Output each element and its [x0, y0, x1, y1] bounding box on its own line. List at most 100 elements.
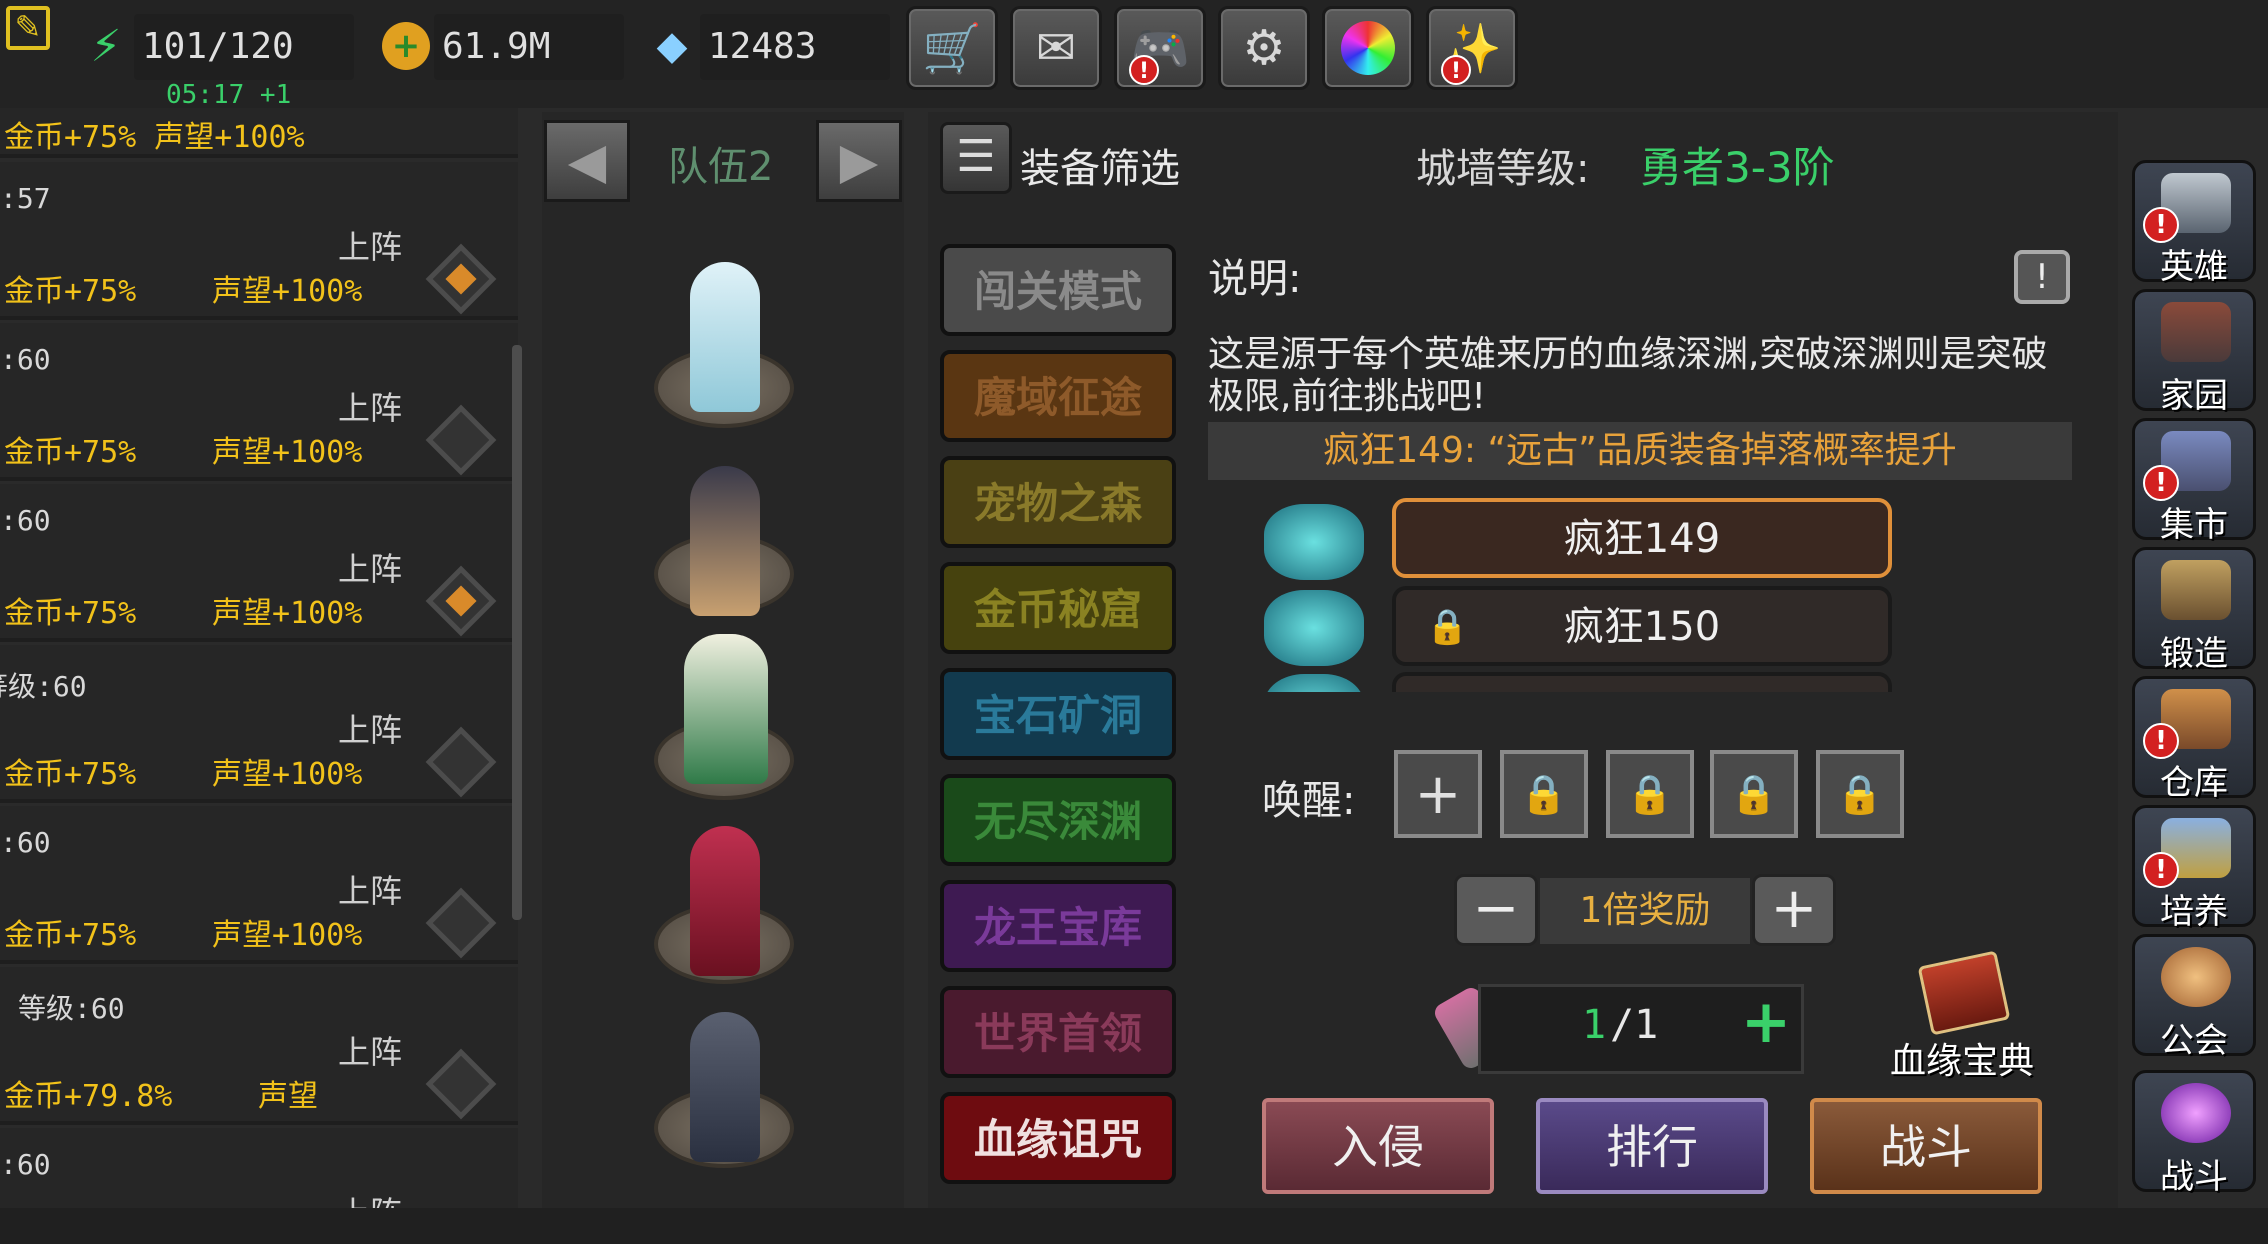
invade-button[interactable]: 入侵	[1262, 1098, 1494, 1194]
sidebar-item-guild[interactable]: 公会	[2132, 934, 2256, 1061]
codex-button[interactable]: 血缘宝典	[1880, 950, 2080, 1082]
hero-sprite[interactable]	[684, 634, 768, 784]
onstage-label: 上阵	[338, 711, 403, 749]
filter-label[interactable]: 装备筛选	[1020, 136, 1180, 194]
awaken-locked-slot[interactable]: 🔒	[1500, 750, 1588, 838]
onstage-toggle[interactable]	[425, 243, 497, 315]
list-item[interactable]: :60 上阵	[0, 1128, 518, 1208]
castle-icon	[2161, 302, 2231, 362]
drop-rate-banner: 疯狂149: “远古”品质装备掉落概率提升	[1208, 422, 2072, 480]
list-item[interactable]: :60 上阵 金币+75% 声望+100%	[0, 484, 518, 642]
game-button[interactable]: 🎮!	[1114, 6, 1206, 90]
list-scrollbar[interactable]	[512, 345, 522, 920]
onstage-label: 上阵	[338, 1188, 402, 1208]
rank-button[interactable]: 排行	[1536, 1098, 1768, 1194]
level-button[interactable]: 疯狂149	[1392, 498, 1892, 578]
onstage-toggle[interactable]	[425, 726, 497, 798]
color-wheel-button[interactable]	[1322, 6, 1414, 90]
sidebar-item-label: 家园	[2160, 376, 2228, 416]
sidebar-item-training[interactable]: 培养 !	[2132, 805, 2256, 932]
team-name: 队伍2	[668, 144, 774, 190]
onstage-label: 上阵	[338, 872, 403, 910]
lock-icon: 🔒	[1626, 771, 1674, 816]
level-button[interactable]	[1392, 672, 1892, 692]
mail-button[interactable]: ✉	[1010, 6, 1102, 90]
sidebar-item-home[interactable]: 家园	[2132, 289, 2256, 416]
gold-bonus: 金币+75%	[4, 435, 137, 470]
fight-button[interactable]: 战斗	[1810, 1098, 2042, 1194]
fame-bonus: 声望	[258, 1079, 318, 1114]
sidebar-item-label: 英雄	[2160, 247, 2228, 287]
hero-sprite[interactable]	[690, 826, 760, 976]
filter-button[interactable]: ☰	[940, 122, 1012, 194]
mode-button-gold-cave[interactable]: 金币秘窟	[940, 562, 1176, 654]
mode-button-dragon-vault[interactable]: 龙王宝库	[940, 880, 1176, 972]
hero-sprite[interactable]	[690, 466, 760, 616]
sidebar-item-storage[interactable]: 仓库 !	[2132, 676, 2256, 803]
add-ticket-button[interactable]: +	[1738, 992, 1794, 1052]
menu-icon: ☰	[956, 131, 996, 182]
shop-button[interactable]: 🛒	[906, 6, 998, 90]
list-item[interactable]: 等级:60 上阵 金币+75% 声望+100%	[0, 645, 518, 803]
level-label: :57	[0, 182, 51, 215]
onstage-toggle[interactable]	[425, 404, 497, 476]
list-item[interactable]: :60 上阵 金币+75% 声望+100%	[0, 806, 518, 964]
sidebar-item-forge[interactable]: 锻造	[2132, 547, 2256, 674]
reward-increase-button[interactable]: +	[1752, 874, 1836, 946]
firework-button[interactable]: ✨!	[1426, 6, 1518, 90]
sidebar-item-label: 培养	[2160, 892, 2228, 932]
crystal-icon	[1264, 590, 1364, 666]
awaken-add-slot[interactable]: +	[1394, 750, 1482, 838]
list-item[interactable]: :57 上阵 金币+75% 声望+100%	[0, 162, 518, 320]
prev-team-button[interactable]: ◀	[544, 120, 630, 202]
gold-bonus: 金币+75%	[4, 757, 137, 792]
level-label: 疯狂150	[1563, 604, 1721, 650]
mode-button-endless-abyss[interactable]: 无尽深渊	[940, 774, 1176, 866]
arrow-left-icon: ◀	[567, 132, 607, 190]
hero-sprite[interactable]	[690, 262, 760, 412]
wall-level-value: 勇者3-3阶	[1640, 143, 1835, 192]
hero-sprite[interactable]	[690, 1012, 760, 1162]
crystal-icon	[1264, 674, 1364, 692]
mode-button-demon-realm[interactable]: 魔域征途	[940, 350, 1176, 442]
awaken-locked-slot[interactable]: 🔒	[1816, 750, 1904, 838]
settings-button[interactable]: ⚙	[1218, 6, 1310, 90]
reward-decrease-button[interactable]: −	[1454, 874, 1538, 946]
next-team-button[interactable]: ▶	[816, 120, 902, 202]
edit-icon[interactable]: ✎	[6, 6, 50, 50]
sidebar-item-heroes[interactable]: 英雄 !	[2132, 160, 2256, 287]
mode-button-pet-forest[interactable]: 宠物之森	[940, 456, 1176, 548]
mode-button-stage[interactable]: 闯关模式	[940, 244, 1176, 336]
level-label: 等级:60	[18, 992, 125, 1025]
fame-bonus: 声望+100%	[212, 435, 363, 470]
sidebar-item-battle[interactable]: 战斗	[2132, 1070, 2256, 1197]
awaken-locked-slot[interactable]: 🔒	[1606, 750, 1694, 838]
mode-button-world-boss[interactable]: 世界首领	[940, 986, 1176, 1078]
help-button[interactable]: !	[2014, 250, 2070, 304]
list-item[interactable]: 金币+75% 声望+100%	[0, 108, 518, 158]
onstage-toggle[interactable]	[425, 565, 497, 637]
lock-icon: 🔒	[1520, 771, 1568, 816]
list-item[interactable]: :60 上阵 金币+75% 声望+100%	[0, 323, 518, 481]
diamond-value: 12483	[700, 14, 890, 80]
mode-button-gem-mine[interactable]: 宝石矿洞	[940, 668, 1176, 760]
level-label: 等级:60	[0, 670, 87, 703]
onstage-label: 上阵	[338, 228, 403, 266]
lock-icon: 🔒	[1730, 771, 1778, 816]
plus-icon: +	[1414, 761, 1462, 827]
lock-icon: 🔒	[1426, 607, 1469, 647]
level-list[interactable]: 疯狂149 🔒 疯狂150	[1250, 494, 2040, 692]
color-wheel-icon	[1341, 21, 1395, 75]
list-item[interactable]: 等级:60 上阵 金币+79.8% 声望	[0, 967, 518, 1125]
sidebar-item-market[interactable]: 集市 !	[2132, 418, 2256, 545]
onstage-label: 上阵	[338, 550, 403, 588]
wall-level-label: 城墙等级:	[1416, 146, 1590, 192]
mode-button-blood-curse[interactable]: 血缘诅咒	[940, 1092, 1176, 1184]
awaken-locked-slot[interactable]: 🔒	[1710, 750, 1798, 838]
gold-coin-icon: +	[382, 22, 430, 70]
hero-list[interactable]: 金币+75% 声望+100% :57 上阵 金币+75% 声望+100% :60…	[0, 108, 520, 1208]
onstage-toggle[interactable]	[425, 1048, 497, 1120]
onstage-toggle[interactable]	[425, 887, 497, 959]
gold-bonus: 金币+75%	[4, 596, 137, 631]
level-button[interactable]: 🔒 疯狂150	[1392, 586, 1892, 666]
